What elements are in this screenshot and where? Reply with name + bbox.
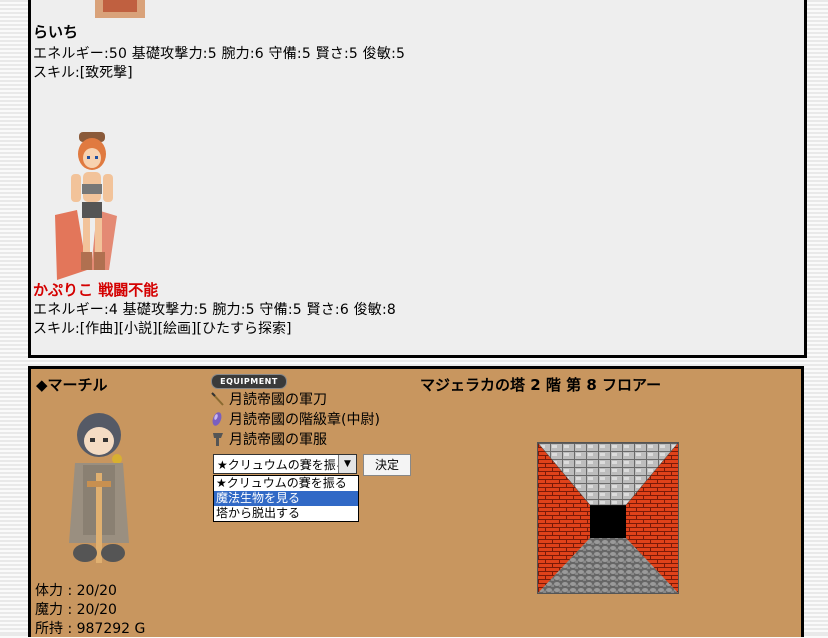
action-select-value: ★クリュウムの賽を振る [217, 458, 348, 472]
party-panel: らいち エネルギー:50 基礎攻撃力:5 腕力:6 守備:5 賢さ:5 俊敏:5… [28, 0, 807, 358]
gem-icon [212, 412, 222, 426]
dungeon-corridor-view [537, 442, 679, 594]
character-skill-raichi: スキル:[致死撃] [33, 65, 133, 81]
equipment-label-badge: 月読帝國の階級章(中尉) [229, 412, 380, 428]
player-panel: ◆マーチル EQUIPMENT 月読帝國の軍刀 月読帝國の階級章(中尉) 月読帝… [28, 366, 417, 637]
decide-button[interactable]: 決定 [363, 454, 411, 476]
action-option-roll-dice[interactable]: ★クリュウムの賽を振る [214, 476, 358, 491]
character-stats-raichi: エネルギー:50 基礎攻撃力:5 腕力:6 守備:5 賢さ:5 俊敏:5 [33, 46, 406, 62]
chevron-down-icon[interactable]: ▼ [338, 455, 356, 473]
character-sprite-kapuriko [55, 132, 117, 280]
action-option-escape-tower[interactable]: 塔から脱出する [214, 506, 358, 521]
player-name: ◆マーチル [36, 376, 108, 394]
character-stats-kapuriko: エネルギー:4 基礎攻撃力:5 腕力:5 守備:5 賢さ:6 俊敏:8 [33, 302, 396, 318]
equipment-badge: EQUIPMENT [211, 374, 287, 389]
action-dropdown-list: ★クリュウムの賽を振る 魔法生物を見る 塔から脱出する [213, 475, 359, 522]
character-skill-kapuriko: スキル:[作曲][小説][絵画][ひたすら探索] [33, 321, 292, 337]
equipment-item-sword: 月読帝國の軍刀 [209, 389, 380, 409]
equipment-label-uniform: 月読帝國の軍服 [229, 432, 327, 448]
tower-floor-title: マジェラカの塔 2 階 第 8 フロアー [420, 376, 662, 394]
equipment-label-sword: 月読帝國の軍刀 [229, 392, 327, 408]
player-sprite [69, 413, 129, 563]
player-hp: 体力 : 20/20 [35, 583, 117, 599]
player-mp: 魔力 : 20/20 [35, 602, 117, 618]
dungeon-panel: マジェラカの塔 2 階 第 8 フロアー [414, 366, 804, 637]
equipment-item-badge: 月読帝國の階級章(中尉) [209, 409, 380, 429]
sword-icon [211, 392, 224, 406]
equipment-list: 月読帝國の軍刀 月読帝國の階級章(中尉) 月読帝國の軍服 [209, 389, 380, 449]
character-sprite-top-partial [95, 0, 145, 18]
armor-icon [213, 433, 223, 446]
equipment-item-uniform: 月読帝國の軍服 [209, 429, 380, 449]
character-name-raichi: らいち [33, 23, 79, 41]
action-option-view-creatures[interactable]: 魔法生物を見る [214, 491, 358, 506]
action-select[interactable]: ★クリュウムの賽を振る ▼ [213, 454, 357, 474]
character-name-kapuriko: かぷりこ 戦闘不能 [33, 281, 159, 299]
player-gold: 所持 : 987292 G [35, 621, 146, 637]
